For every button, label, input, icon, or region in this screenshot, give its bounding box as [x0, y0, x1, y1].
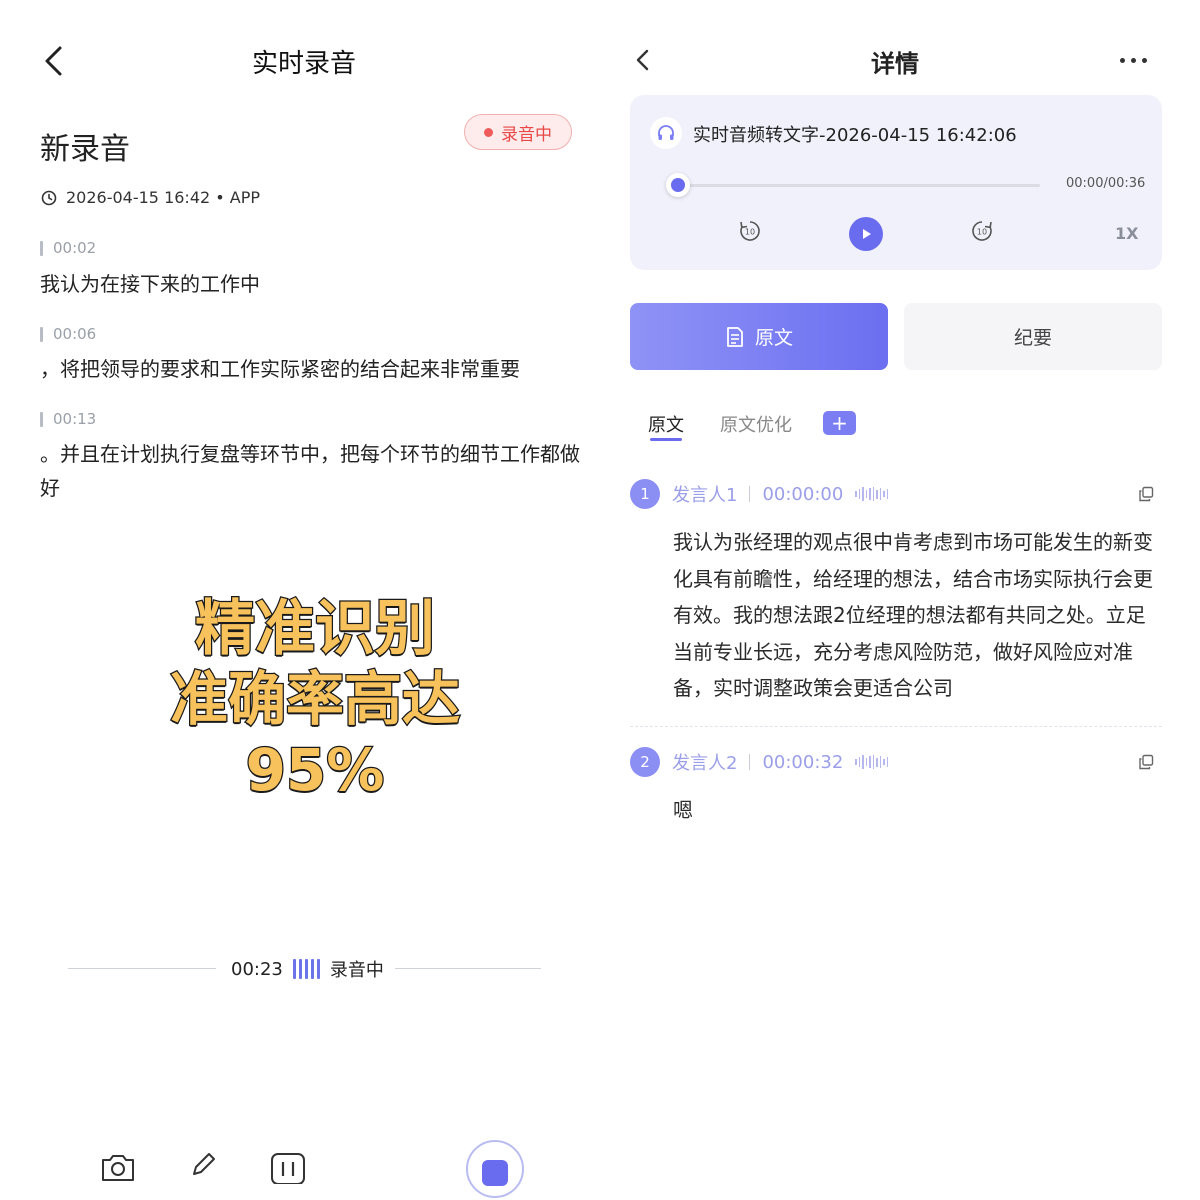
tab-original-label: 原文	[754, 327, 793, 349]
forward-10-icon[interactable]: 10	[970, 219, 994, 243]
segment-text: ，将把领导的要求和工作实际紧密的结合起来非常重要	[40, 357, 520, 381]
dot-icon	[1120, 57, 1125, 63]
play-icon	[863, 229, 871, 239]
timestamp-marker	[40, 240, 43, 256]
dot-icon	[1142, 57, 1147, 63]
back-arrow-icon[interactable]	[40, 44, 72, 78]
segment-time-text: 00:06	[53, 325, 97, 343]
subtab-active-indicator	[650, 438, 682, 441]
speaker-header: 1 发言人1 00:00:00	[630, 479, 889, 509]
subtab-optimized[interactable]: 原文优化	[720, 411, 792, 437]
stop-icon	[482, 1160, 508, 1186]
pen-icon[interactable]	[188, 1150, 218, 1180]
speaker-header: 2 发言人2 00:00:32	[630, 747, 889, 777]
segment-timestamp: 00:02	[40, 239, 96, 257]
stop-recording-button[interactable]	[466, 1140, 524, 1198]
voice-wave-icon	[855, 755, 889, 769]
speaker-timestamp[interactable]: 00:00:32	[762, 752, 843, 773]
segment-text: 我认为在接下来的工作中	[40, 272, 260, 296]
speaker-number: 1	[630, 479, 660, 509]
recording-status-label: 录音中	[501, 124, 552, 145]
tab-original-text[interactable]: 原文	[630, 303, 888, 370]
divider-line	[68, 968, 216, 969]
progress-track[interactable]	[678, 184, 1040, 187]
timestamp-marker	[40, 326, 43, 342]
slider-knob-icon	[671, 178, 685, 192]
promo-accuracy: 准确率高达95%	[169, 664, 462, 806]
segment-time-text: 00:13	[53, 410, 97, 428]
copy-icon[interactable]	[1138, 486, 1154, 502]
recording-name[interactable]: 新录音	[40, 124, 130, 168]
speaker-number: 2	[630, 747, 660, 777]
subtab-original[interactable]: 原文	[648, 411, 684, 437]
dot-icon	[1131, 57, 1136, 63]
page-title: 实时录音	[251, 49, 356, 79]
elapsed-time: 00:23	[231, 958, 283, 980]
segment-time-text: 00:02	[53, 239, 97, 257]
speaker-transcript: 嗯	[673, 798, 693, 822]
speaker-timestamp[interactable]: 00:00:00	[762, 484, 843, 505]
recording-meta: 2026-04-15 16:42 • APP	[40, 188, 260, 207]
add-button[interactable]: +	[823, 411, 856, 435]
clock-icon	[41, 190, 57, 205]
forward-label: 10	[977, 228, 987, 237]
divider-line	[395, 968, 541, 969]
camera-icon[interactable]	[100, 1150, 136, 1182]
audio-wave-icon	[292, 959, 320, 979]
recording-datetime: 2026-04-15 16:42 • APP	[66, 188, 261, 207]
audio-player-card: 实时音频转文字-2026-04-15 16:42:06 00:00/00:36 …	[630, 95, 1162, 270]
recording-status-badge: 录音中	[464, 114, 572, 150]
segment-timestamp: 00:06	[40, 325, 96, 343]
speaker-transcript: 我认为张经理的观点很中肯考虑到市场可能发生的新变化具有前瞻性，给经理的想法，结合…	[673, 530, 1153, 700]
separator	[749, 754, 751, 770]
audio-title: 实时音频转文字-2026-04-15 16:42:06	[693, 125, 1017, 146]
play-button[interactable]	[849, 217, 883, 251]
progress-slider-handle[interactable]	[666, 173, 690, 197]
detail-screen: 详情 实时音频转文字-2026-04-15 16:42:06 00:00/00:…	[600, 0, 1200, 1200]
rewind-label: 10	[745, 228, 755, 237]
tab-summary[interactable]: 纪要	[904, 303, 1162, 370]
pause-icon[interactable]	[270, 1150, 306, 1184]
time-readout: 00:00/00:36	[1066, 176, 1146, 191]
live-recording-screen: 实时录音 新录音 录音中 2026-04-15 16:42 • APP 00:0…	[0, 0, 600, 1200]
back-arrow-icon[interactable]	[630, 46, 656, 74]
headphones-icon	[650, 117, 682, 149]
document-icon	[727, 326, 743, 347]
recording-progress: 00:23 录音中	[231, 956, 384, 982]
recording-status-text: 录音中	[329, 960, 384, 981]
recording-dot-icon	[484, 127, 493, 137]
speaker-name[interactable]: 发言人2	[672, 749, 737, 775]
dashed-divider	[630, 726, 1162, 727]
timestamp-marker	[40, 411, 43, 427]
more-options-button[interactable]	[1120, 50, 1154, 70]
segment-timestamp: 00:13	[40, 410, 96, 428]
separator	[749, 486, 751, 502]
rewind-10-icon[interactable]: 10	[738, 219, 762, 243]
segment-text: 。并且在计划执行复盘等环节中，把每个环节的细节工作都做好	[40, 442, 580, 500]
copy-icon[interactable]	[1138, 754, 1154, 770]
speaker-name[interactable]: 发言人1	[672, 481, 737, 507]
voice-wave-icon	[855, 487, 889, 501]
playback-speed-button[interactable]: 1X	[1115, 224, 1138, 243]
page-title: 详情	[871, 50, 919, 78]
